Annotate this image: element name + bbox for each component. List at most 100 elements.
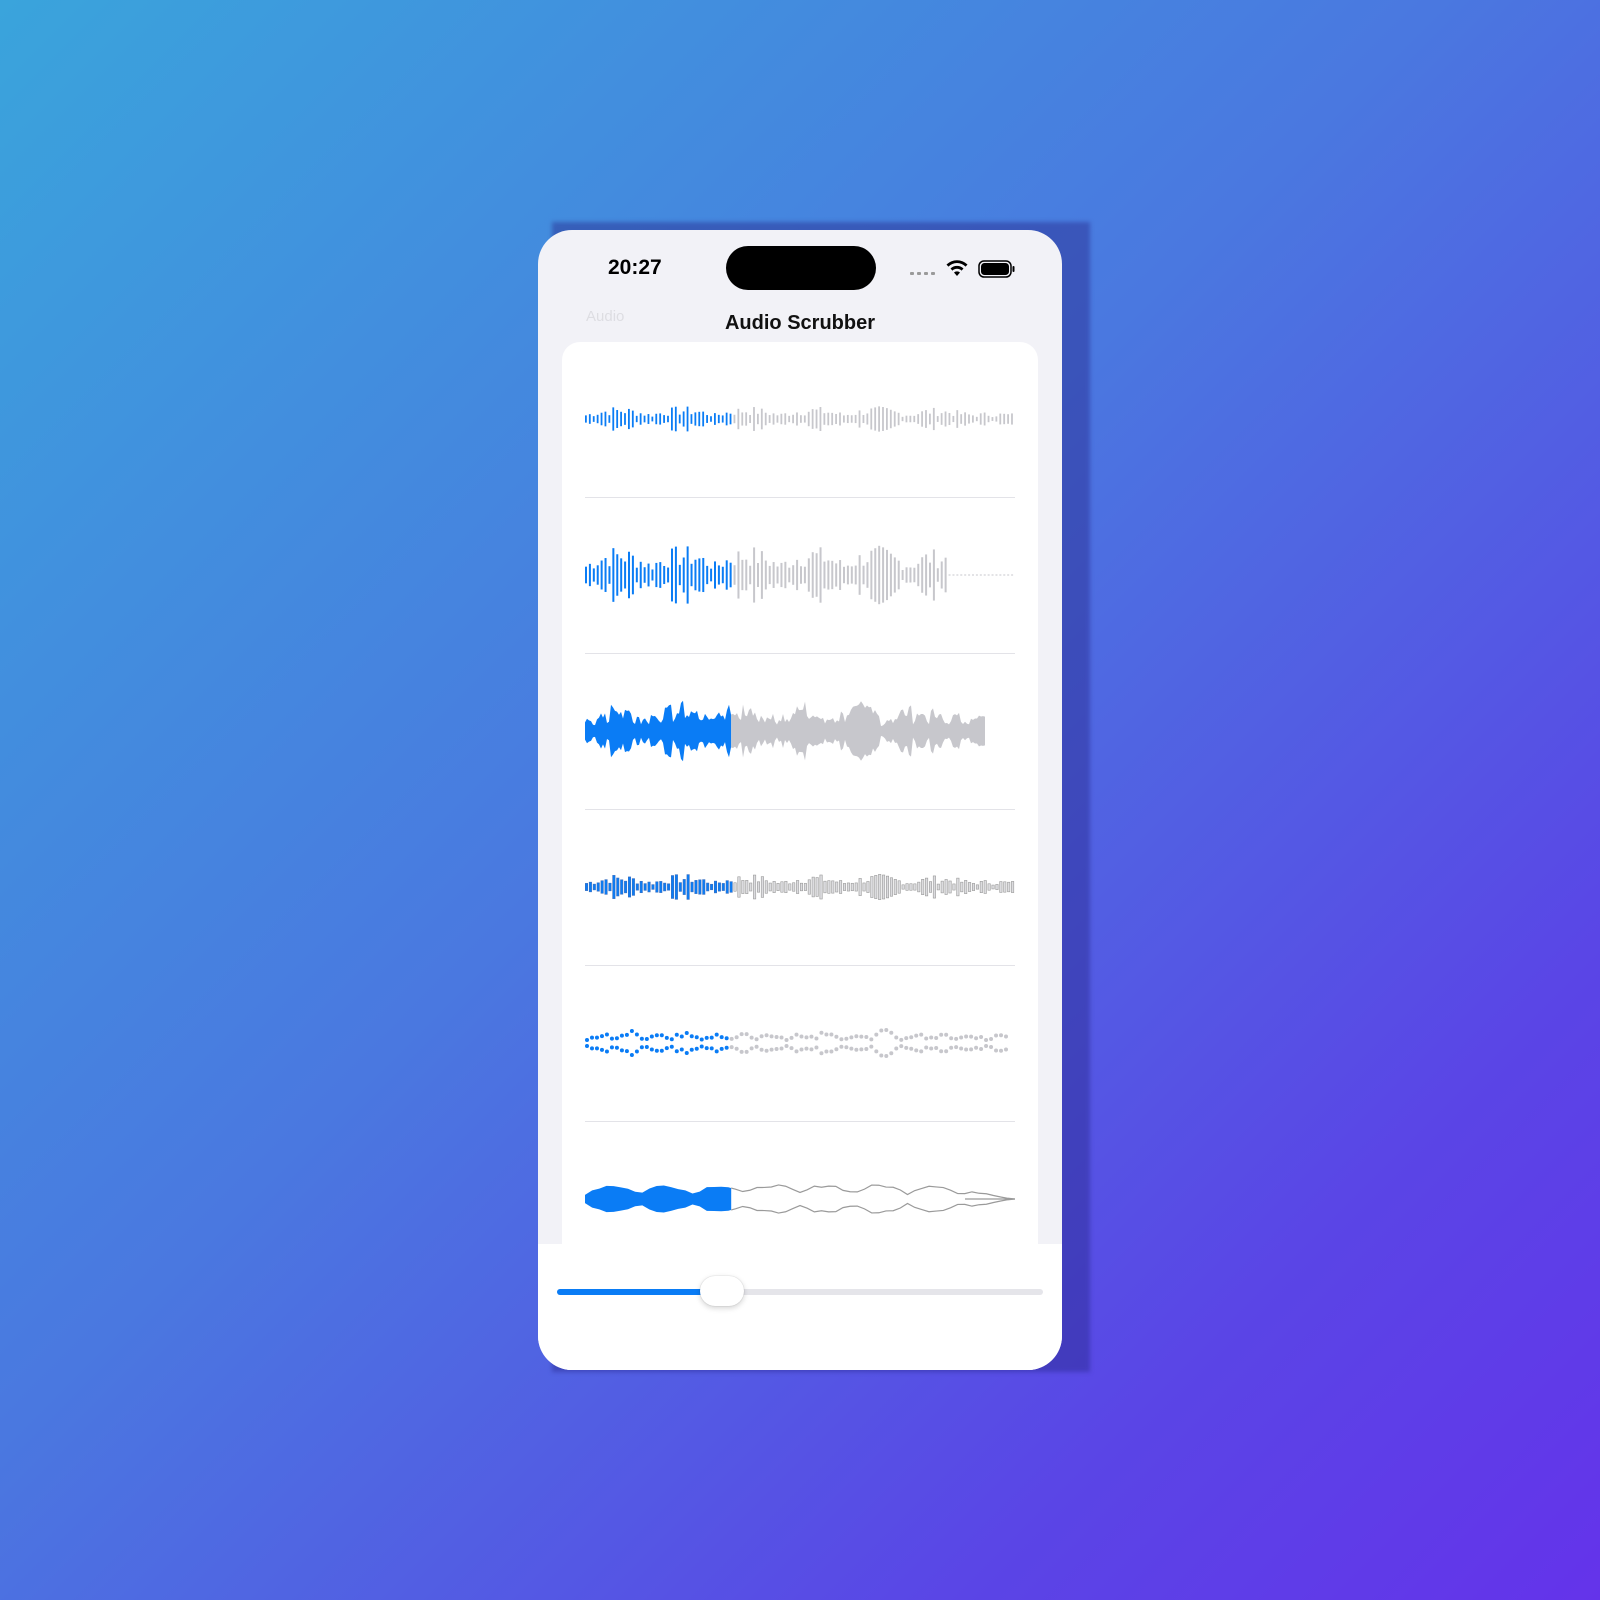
waveform-dot <box>999 1048 1004 1053</box>
waveform-dot <box>854 1034 859 1039</box>
waveform-dot <box>699 1044 704 1049</box>
waveform-bar <box>991 417 994 421</box>
waveform-row-tall-bars[interactable] <box>585 498 1015 653</box>
waveform-bar <box>964 412 966 426</box>
waveform-bar <box>858 555 861 595</box>
waveform-bar <box>874 548 877 602</box>
battery-icon <box>978 260 1015 278</box>
waveform-bar <box>835 413 837 425</box>
waveform-bar <box>749 882 753 892</box>
waveform-row-thin-bars[interactable] <box>585 342 1015 497</box>
waveform-bar <box>674 406 677 432</box>
waveform-filled[interactable] <box>585 654 1015 809</box>
waveform-bar <box>753 407 755 431</box>
waveform-bar <box>694 559 697 591</box>
waveform-dot <box>654 1048 659 1053</box>
waveform-dot <box>969 1034 974 1039</box>
waveform-bar <box>592 883 596 891</box>
waveform-dot <box>859 1047 864 1052</box>
waveform-bar <box>776 566 779 584</box>
waveform-bar <box>858 878 862 896</box>
waveform-bar <box>608 566 611 584</box>
waveform-row-bordered-bars[interactable] <box>585 810 1015 965</box>
waveform-dot <box>754 1037 759 1042</box>
waveform-dot <box>589 1035 594 1040</box>
waveform-row-filled[interactable] <box>585 654 1015 809</box>
waveform-bar <box>866 881 870 893</box>
waveform-bar <box>886 408 888 430</box>
waveform-bar <box>1011 574 1014 576</box>
cellular-signal-icon <box>910 272 935 275</box>
waveform-bar <box>921 557 924 593</box>
waveform-bar <box>878 874 882 900</box>
waveform-bar <box>1011 881 1015 893</box>
waveform-played-area <box>585 1185 732 1213</box>
waveform-bar <box>659 562 662 588</box>
waveform-bar <box>628 551 630 599</box>
waveform-dot <box>924 1045 929 1050</box>
waveform-bar <box>839 880 843 894</box>
waveform-bar <box>612 407 615 431</box>
waveform-bar <box>811 552 814 598</box>
waveform-bar <box>968 574 971 576</box>
scrubber-fill <box>557 1289 723 1295</box>
waveform-bordered-bars[interactable] <box>585 810 1015 965</box>
waveform-bar <box>721 883 725 891</box>
waveform-dot <box>844 1045 849 1050</box>
waveform-bar <box>585 415 587 423</box>
waveform-bar <box>698 558 701 592</box>
waveform-bar <box>846 414 849 424</box>
waveform-bar <box>655 881 659 893</box>
waveform-dot <box>694 1035 699 1040</box>
waveform-bar <box>600 560 603 590</box>
scrubber-track[interactable] <box>557 1289 1043 1295</box>
waveform-thin-bars[interactable] <box>585 342 1015 497</box>
waveform-bar <box>1007 881 1011 893</box>
waveform-dot <box>994 1048 999 1053</box>
waveform-bar <box>624 880 628 894</box>
waveform-bar <box>616 410 619 428</box>
waveform-bar <box>729 881 733 893</box>
waveform-bar <box>972 415 974 423</box>
waveform-dot <box>714 1032 719 1037</box>
waveform-bar <box>913 567 916 583</box>
waveform-bar <box>764 560 767 590</box>
scrubber-thumb[interactable] <box>700 1276 745 1306</box>
waveform-bar <box>975 416 978 422</box>
waveform-bar <box>714 880 718 894</box>
waveform-dot <box>734 1035 739 1040</box>
waveform-bar <box>643 567 646 583</box>
waveform-dot <box>999 1033 1004 1038</box>
waveform-dots[interactable] <box>585 966 1015 1121</box>
waveform-bar <box>971 883 975 891</box>
waveform-bar <box>780 413 783 425</box>
waveform-bar <box>811 409 814 429</box>
waveform-bar <box>667 883 671 891</box>
waveform-bar <box>780 562 783 588</box>
waveform-tall-bars[interactable] <box>585 498 1015 653</box>
waveform-bar <box>624 561 627 589</box>
waveform-row-dots[interactable] <box>585 966 1015 1121</box>
waveform-dot <box>799 1034 804 1039</box>
waveform-bar <box>628 408 630 430</box>
waveform-dot <box>644 1037 649 1042</box>
waveform-bar <box>655 562 658 588</box>
waveform-bar <box>854 882 858 892</box>
waveform-dot <box>954 1045 959 1050</box>
waveform-dot <box>634 1049 639 1054</box>
waveform-bar <box>643 415 646 423</box>
waveform-bar <box>702 411 705 427</box>
waveform-bar <box>796 412 798 426</box>
waveform-bar <box>764 412 767 426</box>
waveform-bar <box>635 415 638 423</box>
waveform-bar <box>858 410 861 428</box>
waveform-bar <box>764 880 768 894</box>
waveform-dot <box>749 1035 754 1040</box>
waveform-dot <box>594 1046 599 1051</box>
waveform-dot <box>719 1035 724 1040</box>
waveform-bar <box>667 415 669 423</box>
waveform-dot <box>734 1046 739 1051</box>
waveform-dot <box>944 1032 949 1037</box>
waveform-bar <box>725 880 729 894</box>
waveform-dot <box>914 1048 919 1053</box>
